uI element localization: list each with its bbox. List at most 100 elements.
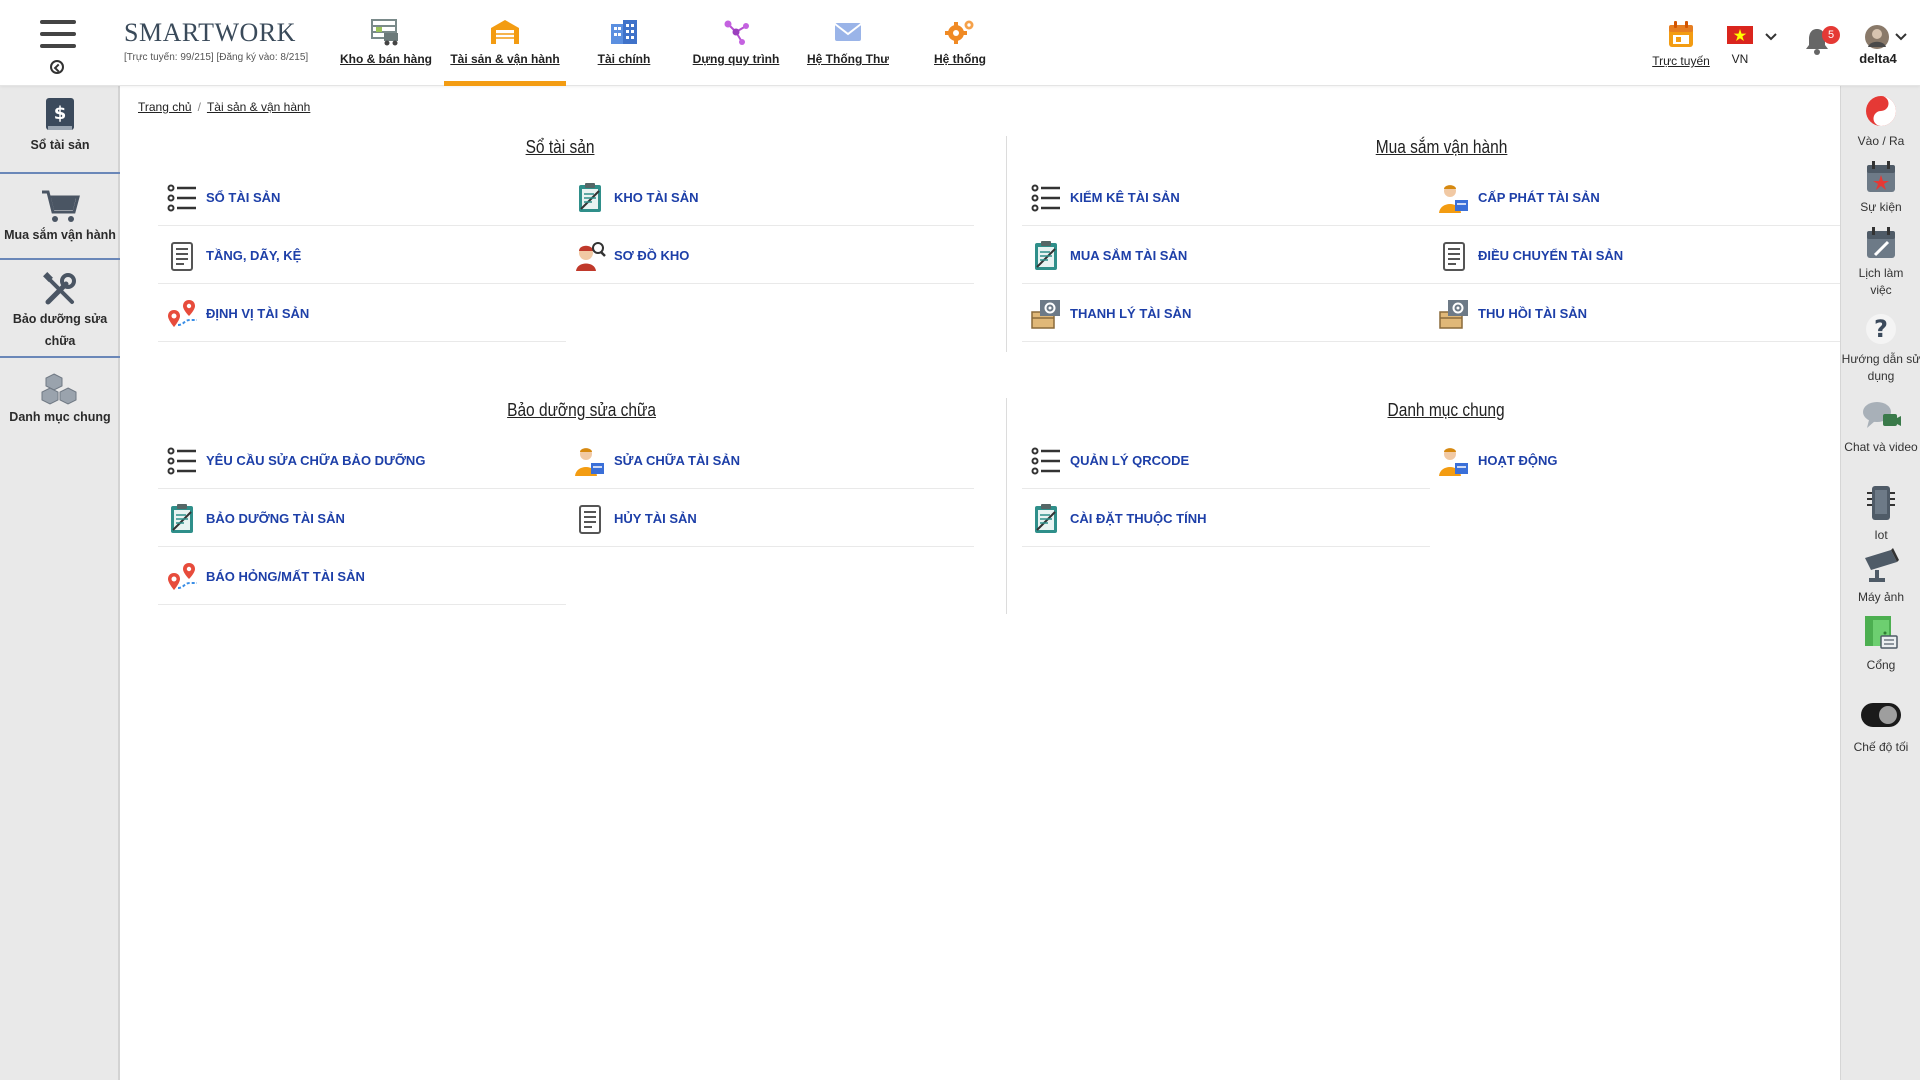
- section-divider: [1006, 398, 1007, 614]
- link-dieu-chuyen-tai-san[interactable]: ĐIỀU CHUYỂN TÀI SẢN: [1430, 226, 1840, 284]
- link-thu-hoi-tai-san[interactable]: THU HỒI TÀI SẢN: [1430, 284, 1840, 342]
- person-handover-icon: [1439, 185, 1468, 213]
- link-label: HOẠT ĐỘNG: [1478, 453, 1558, 468]
- right-item-vao-ra[interactable]: Vào / Ra: [1841, 94, 1920, 150]
- calendar-online-icon: [1669, 21, 1693, 47]
- sidebar-item-bao-duong-sua-chua[interactable]: Bảo dưỡng sửa chữa: [0, 260, 120, 358]
- link-label: CẤP PHÁT TÀI SẢN: [1478, 190, 1600, 205]
- avatar: [1865, 25, 1889, 49]
- box-gear-icon: [1031, 300, 1060, 329]
- sidebar-item-label: Bảo dưỡng sửa chữa: [12, 312, 108, 348]
- module-he-thong-thu[interactable]: Hệ Thống Thư: [792, 0, 904, 86]
- menu-toggle-button[interactable]: [36, 16, 80, 76]
- person-handover-icon: [1439, 448, 1468, 476]
- link-huy-tai-san[interactable]: HỦY TÀI SẢN: [566, 489, 974, 547]
- gears-icon: [945, 20, 974, 44]
- sidebar-item-danh-muc-chung[interactable]: Danh mục chung: [0, 358, 120, 444]
- link-thanh-ly-tai-san[interactable]: THANH LÝ TÀI SẢN: [1022, 284, 1430, 342]
- mail-icon: [834, 23, 862, 41]
- dark-mode-toggle-icon[interactable]: [1860, 702, 1902, 728]
- document-list-icon: [171, 242, 193, 271]
- link-tang-day-ke[interactable]: TẦNG, DÃY, KỆ: [158, 226, 566, 284]
- link-label: CÀI ĐẶT THUỘC TÍNH: [1070, 511, 1207, 526]
- link-label: YÊU CẦU SỬA CHỮA BẢO DƯỠNG: [206, 453, 426, 468]
- online-label: Trực tuyến: [1652, 54, 1710, 68]
- right-item-label: Lịch làm việc: [1858, 266, 1904, 297]
- online-stats: [Trực tuyến: 99/215] [Đăng ký vào: 8/215…: [124, 52, 309, 63]
- link-so-tai-san[interactable]: SỔ TÀI SẢN: [158, 168, 566, 226]
- dollar-book-icon: $: [46, 98, 74, 130]
- right-item-su-kien[interactable]: Sự kiện: [1841, 160, 1920, 216]
- section-title[interactable]: Bảo dưỡng sửa chữa: [507, 400, 656, 421]
- link-dinh-vi-tai-san[interactable]: ĐỊNH VỊ TÀI SẢN: [158, 284, 566, 342]
- module-tai-chinh[interactable]: Tài chính: [568, 0, 680, 86]
- link-cap-phat-tai-san[interactable]: CẤP PHÁT TÀI SẢN: [1430, 168, 1840, 226]
- right-item-che-do-toi[interactable]: Chế độ tối: [1841, 702, 1920, 756]
- sidebar-item-so-tai-san[interactable]: $ Sổ tài sản: [0, 86, 120, 174]
- sidebar-item-label: Danh mục chung: [9, 410, 111, 424]
- right-item-label: Chat và video: [1844, 440, 1918, 454]
- link-mua-sam-tai-san[interactable]: MUA SẮM TÀI SẢN: [1022, 226, 1430, 284]
- tools-icon: [43, 272, 76, 305]
- link-bao-hong-mat-tai-san[interactable]: BÁO HỎNG/MẤT TÀI SẢN: [158, 547, 566, 605]
- module-kho-ban-hang[interactable]: Kho & bán hàng: [330, 0, 442, 86]
- clipboard-edit-icon: [171, 504, 193, 533]
- cart-icon: [42, 190, 80, 222]
- module-label: Tài chính: [597, 52, 651, 66]
- link-kiem-ke-tai-san[interactable]: KIỂM KÊ TÀI SẢN: [1022, 168, 1430, 226]
- link-yeu-cau-sua-chua-bao-duong[interactable]: YÊU CẦU SỬA CHỮA BẢO DƯỠNG: [158, 431, 566, 489]
- svg-text:?: ?: [1874, 315, 1888, 343]
- module-label: Hệ Thống Thư: [806, 52, 889, 66]
- yin-yang-icon: [1866, 96, 1896, 126]
- notification-button[interactable]: 5: [1800, 0, 1844, 86]
- link-so-do-kho[interactable]: SƠ ĐỒ KHO: [566, 226, 974, 284]
- breadcrumb-current[interactable]: Tài sản & vận hành: [207, 100, 310, 114]
- module-nav: Kho & bán hàng Tài sản & vận hành Tài ch…: [330, 0, 1016, 86]
- link-label: KHO TÀI SẢN: [614, 190, 699, 205]
- map-pin-icon: [168, 300, 197, 327]
- link-label: THANH LÝ TÀI SẢN: [1070, 306, 1192, 321]
- language-selector[interactable]: VN: [1724, 0, 1786, 86]
- link-label: HỦY TÀI SẢN: [614, 511, 697, 526]
- list-icon: [1031, 447, 1060, 475]
- link-label: QUẢN LÝ QRCODE: [1070, 453, 1190, 468]
- link-quan-ly-qrcode[interactable]: QUẢN LÝ QRCODE: [1022, 431, 1430, 489]
- online-button[interactable]: Trực tuyến: [1648, 0, 1714, 86]
- chevron-down-icon: [1765, 33, 1777, 41]
- link-label: SƠ ĐỒ KHO: [614, 248, 690, 263]
- right-item-lich-lam-viec[interactable]: Lịch làm việc: [1841, 226, 1920, 299]
- link-cai-dat-thuoc-tinh[interactable]: CÀI ĐẶT THUỘC TÍNH: [1022, 489, 1430, 547]
- right-item-huong-dan-su-dung[interactable]: ? Hướng dẫn sử dụng: [1841, 312, 1920, 385]
- section-title[interactable]: Sổ tài sản: [526, 137, 595, 158]
- iot-device-icon: [1867, 486, 1895, 520]
- right-item-label: Vào / Ra: [1857, 134, 1905, 148]
- link-kho-tai-san[interactable]: KHO TÀI SẢN: [566, 168, 974, 226]
- sidebar-item-label: Sổ tài sản: [30, 138, 90, 152]
- sidebar-item-mua-sam-van-hanh[interactable]: Mua sắm vận hành: [0, 174, 120, 260]
- right-sidebar: Vào / Ra Sự kiện Lịch làm việc ? Hướng d…: [1840, 86, 1920, 1080]
- module-tai-san-van-hanh[interactable]: Tài sản & vận hành: [442, 0, 568, 86]
- box-gear-icon: [1439, 300, 1468, 329]
- section-title[interactable]: Mua sắm vận hành: [1376, 137, 1508, 158]
- link-label: SỔ TÀI SẢN: [206, 190, 281, 205]
- module-he-thong[interactable]: Hệ thống: [904, 0, 1016, 86]
- user-menu[interactable]: delta4: [1852, 0, 1914, 86]
- link-label: MUA SẮM TÀI SẢN: [1070, 248, 1188, 263]
- boxes-icon: [41, 373, 77, 405]
- chat-video-icon: [1863, 402, 1901, 428]
- section-title[interactable]: Danh mục chung: [1388, 400, 1505, 421]
- module-label: Kho & bán hàng: [340, 52, 432, 66]
- brand[interactable]: SMARTWORK [Trực tuyến: 99/215] [Đăng ký …: [124, 18, 308, 63]
- link-sua-chua-tai-san[interactable]: SỬA CHỮA TÀI SẢN: [566, 431, 974, 489]
- right-item-may-anh[interactable]: Máy ảnh: [1841, 548, 1920, 606]
- list-icon: [1031, 184, 1060, 212]
- link-label: TẦNG, DÃY, KỆ: [206, 248, 302, 263]
- link-hoat-dong[interactable]: HOẠT ĐỘNG: [1430, 431, 1840, 489]
- link-label: THU HỒI TÀI SẢN: [1478, 306, 1588, 321]
- right-item-iot[interactable]: Iot: [1841, 484, 1920, 544]
- link-bao-duong-tai-san[interactable]: BẢO DƯỠNG TÀI SẢN: [158, 489, 566, 547]
- module-dung-quy-trinh[interactable]: Dựng quy trình: [680, 0, 792, 86]
- breadcrumb-home[interactable]: Trang chủ: [138, 100, 192, 114]
- right-item-cong[interactable]: Cổng: [1841, 612, 1920, 674]
- right-item-chat-va-video[interactable]: Chat và video: [1841, 398, 1920, 456]
